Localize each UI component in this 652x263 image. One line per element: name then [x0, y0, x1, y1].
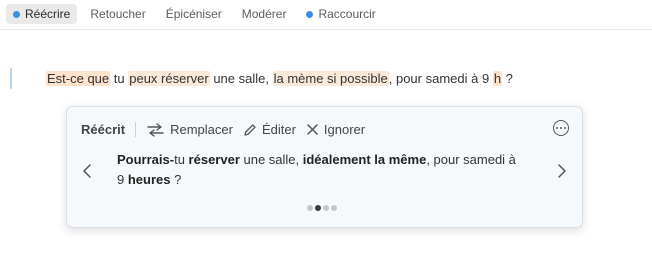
text-segment: 9 — [117, 172, 128, 187]
rewrite-suggestion-card: Réécrit Remplacer Éditer Ignorer Pourrai… — [66, 106, 583, 228]
pager-dot[interactable] — [331, 205, 337, 211]
chevron-right-icon — [558, 164, 566, 178]
changed-text: Pourrais- — [117, 152, 175, 167]
previous-suggestion-button[interactable] — [82, 163, 92, 184]
edit-label: Éditer — [261, 122, 296, 137]
text-segment: une salle, — [239, 152, 303, 167]
changed-text: idéalement la même — [302, 152, 427, 167]
text-segment: tu — [110, 71, 129, 86]
changed-text: heures — [127, 172, 171, 187]
mode-tabs: Réécrire Retoucher Épicéniser Modérer Ra… — [6, 4, 383, 24]
tab-label: Retoucher — [90, 7, 146, 21]
highlight-segment[interactable]: peux réserver — [128, 71, 210, 86]
dot — [560, 127, 562, 129]
suggestion-pager — [307, 205, 337, 211]
ignore-button[interactable]: Ignorer — [306, 122, 365, 137]
original-sentence[interactable]: Est-ce que tu peux réserver une salle, l… — [46, 70, 513, 88]
pencil-icon — [244, 123, 256, 136]
replace-arrows-icon — [147, 122, 164, 137]
tab-moderer[interactable]: Modérer — [235, 4, 294, 24]
divider — [0, 29, 652, 30]
text-segment: ? — [170, 172, 182, 187]
edit-button[interactable]: Éditer — [243, 122, 296, 137]
tab-retoucher[interactable]: Retoucher — [83, 4, 152, 24]
dot — [564, 127, 566, 129]
text-segment: , pour samedi à 9 — [388, 71, 493, 86]
ignore-label: Ignorer — [323, 122, 366, 137]
card-title: Réécrit — [81, 122, 126, 137]
highlight-segment[interactable]: h — [492, 71, 503, 86]
close-icon — [307, 124, 318, 135]
card-toolbar: Réécrit Remplacer Éditer Ignorer — [81, 122, 365, 137]
status-dot-icon — [13, 10, 20, 18]
tab-label: Modérer — [241, 7, 287, 21]
toolbar-separator — [135, 122, 137, 137]
status-dot-icon — [306, 10, 314, 18]
tab-label: Raccourcir — [318, 7, 376, 21]
chevron-left-icon — [83, 164, 91, 178]
replace-button[interactable]: Remplacer — [146, 122, 233, 137]
tab-label: Épicéniser — [165, 7, 222, 21]
dot — [556, 127, 558, 129]
text-segment: , pour samedi à — [426, 152, 516, 167]
pager-dot[interactable] — [323, 205, 329, 211]
highlight-segment[interactable]: la mème si possible — [272, 71, 389, 86]
tab-reecrire[interactable]: Réécrire — [6, 4, 78, 24]
suggestion-text: Pourrais-tu réserver une salle, idéaleme… — [117, 150, 547, 190]
changed-text: réserver — [188, 152, 240, 167]
paragraph-marker — [10, 68, 12, 89]
tab-label: Réécrire — [25, 7, 71, 21]
tab-epiceniser[interactable]: Épicéniser — [159, 4, 229, 24]
replace-label: Remplacer — [170, 122, 233, 137]
text-segment: tu — [174, 152, 189, 167]
text-segment: une salle, — [209, 71, 273, 86]
text-segment: ? — [502, 71, 513, 86]
highlight-segment[interactable]: Est-ce que — [46, 71, 111, 86]
next-suggestion-button[interactable] — [557, 163, 567, 184]
pager-dot[interactable] — [307, 205, 313, 211]
pager-dot[interactable] — [315, 205, 321, 211]
tab-raccourcir[interactable]: Raccourcir — [299, 4, 382, 24]
more-options-icon[interactable] — [553, 120, 569, 136]
